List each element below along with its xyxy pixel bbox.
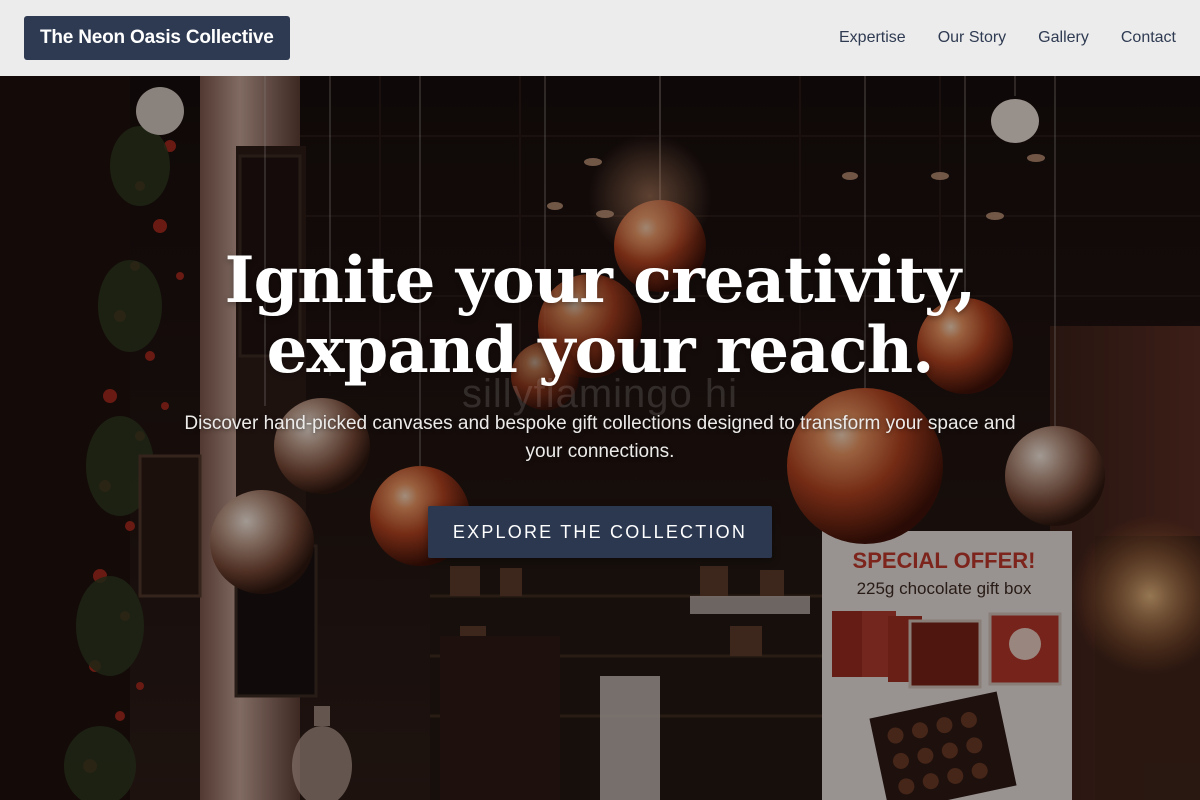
site-header: The Neon Oasis Collective Expertise Our … <box>0 0 1200 76</box>
hero-headline-line-2: expand your reach. <box>266 313 935 388</box>
hero-headline-line-1: Ignite your creativity, <box>224 243 977 318</box>
explore-collection-button[interactable]: EXPLORE THE COLLECTION <box>428 506 772 558</box>
nav-link-gallery[interactable]: Gallery <box>1038 29 1089 47</box>
hero-subtext: Discover hand-picked canvases and bespok… <box>184 413 1016 462</box>
main-nav: Expertise Our Story Gallery Contact <box>839 29 1176 47</box>
nav-link-contact[interactable]: Contact <box>1121 29 1176 47</box>
hero-section: SPECIAL OFFER! 225g chocolate gift box s… <box>0 76 1200 800</box>
hero-content: sillyflamingo hi Ignite your creativity,… <box>0 76 1200 800</box>
nav-link-our-story[interactable]: Our Story <box>938 29 1006 47</box>
hero-headline: Ignite your creativity, expand your reac… <box>0 246 1200 386</box>
brand-logo[interactable]: The Neon Oasis Collective <box>24 16 290 60</box>
nav-link-expertise[interactable]: Expertise <box>839 29 906 47</box>
